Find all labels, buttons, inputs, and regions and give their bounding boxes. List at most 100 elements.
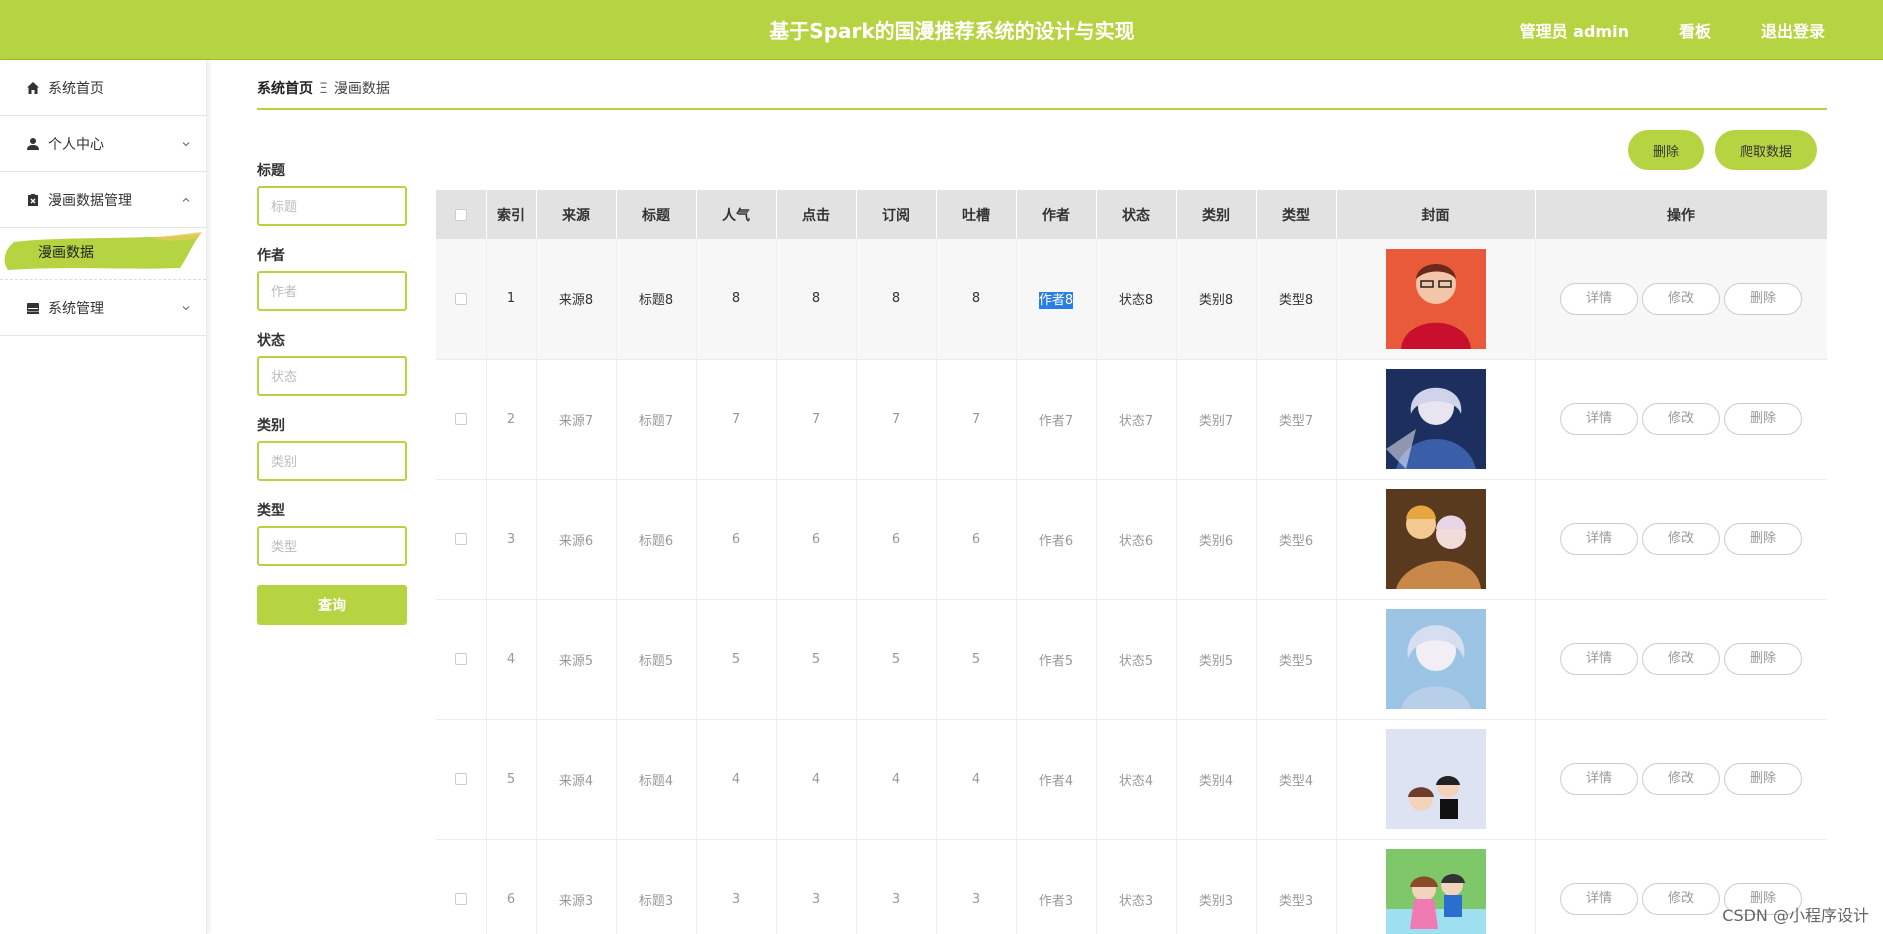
comic-data-table: 索引 来源 标题 人气 点击 订阅 吐槽 作者 状态 类别 类型 封面 操作 1… xyxy=(436,190,1827,934)
sidebar-item-label: 个人中心 xyxy=(48,136,104,153)
crawl-data-button[interactable]: 爬取数据 xyxy=(1715,130,1817,170)
sidebar-item-label: 系统管理 xyxy=(48,300,104,317)
active-brush-highlight xyxy=(4,232,202,270)
edit-button[interactable]: 修改 xyxy=(1642,523,1720,555)
column-header: 点击 xyxy=(776,190,857,239)
breadcrumb-home[interactable]: 系统首页 xyxy=(257,81,313,97)
column-header: 类型 xyxy=(1256,190,1337,239)
table-header-row: 索引 来源 标题 人气 点击 订阅 吐槽 作者 状态 类别 类型 封面 操作 xyxy=(436,190,1827,239)
cell-comments: 7 xyxy=(936,359,1017,479)
cell-title: 标题8 xyxy=(616,239,697,359)
sidebar-subitem-comic-data[interactable]: 漫画数据 xyxy=(0,228,206,280)
logout-link[interactable]: 退出登录 xyxy=(1761,18,1825,42)
cell-subscriptions: 6 xyxy=(856,479,937,599)
cell-comments: 5 xyxy=(936,599,1017,719)
cell-index: 6 xyxy=(486,839,537,934)
cell-status: 状态8 xyxy=(1096,239,1177,359)
cell-status: 状态5 xyxy=(1096,599,1177,719)
table-row[interactable]: 5 来源4 标题4 4 4 4 4 作者4 状态4 类别4 类型4 详情 修改 删除 xyxy=(436,719,1827,839)
query-button[interactable]: 查询 xyxy=(257,585,407,625)
row-checkbox[interactable] xyxy=(454,653,467,665)
cell-comments: 4 xyxy=(936,719,1017,839)
watermark: CSDN @小程序设计 xyxy=(1722,906,1869,925)
cell-category: 类别8 xyxy=(1176,239,1257,359)
table-row[interactable]: 2 来源7 标题7 7 7 7 7 作者7 状态7 类别7 类型7 详情 修改 删除 xyxy=(436,359,1827,479)
detail-button[interactable]: 详情 xyxy=(1560,282,1638,315)
admin-user-link[interactable]: 管理员 admin xyxy=(1520,18,1629,42)
author-filter-input[interactable] xyxy=(257,271,407,311)
category-filter-input[interactable] xyxy=(257,441,407,481)
select-all-cell[interactable] xyxy=(436,190,487,239)
delete-button[interactable]: 删除 xyxy=(1724,523,1802,555)
table-row[interactable]: 6 来源3 标题3 3 3 3 3 作者3 状态3 类别3 类型3 详情 修改 删除 xyxy=(436,839,1827,934)
column-header: 吐槽 xyxy=(936,190,1017,239)
row-checkbox[interactable] xyxy=(454,533,467,545)
cover-image xyxy=(1385,609,1486,709)
cell-title: 标题3 xyxy=(616,839,697,934)
sidebar-subitem-label: 漫画数据 xyxy=(38,245,94,261)
column-header: 订阅 xyxy=(856,190,937,239)
sidebar-item-personal-center[interactable]: 个人中心 xyxy=(0,116,206,172)
column-header: 类别 xyxy=(1176,190,1257,239)
edit-button[interactable]: 修改 xyxy=(1642,643,1720,675)
table-row[interactable]: 4 来源5 标题5 5 5 5 5 作者5 状态5 类别5 类型5 详情 修改 删除 xyxy=(436,599,1827,719)
cell-subscriptions: 7 xyxy=(856,359,937,479)
edit-button[interactable]: 修改 xyxy=(1642,403,1720,435)
sidebar-item-label: 漫画数据管理 xyxy=(48,192,132,209)
cell-category: 类别5 xyxy=(1176,599,1257,719)
chevron-down-icon xyxy=(182,305,190,310)
row-checkbox[interactable] xyxy=(454,413,467,425)
home-icon xyxy=(27,81,39,94)
table-row[interactable]: 1 来源8 标题8 8 8 8 8 作者8 状态8 类别8 类型8 详情 修改 删除 xyxy=(436,239,1827,359)
sidebar-item-label: 系统首页 xyxy=(48,80,104,97)
batch-delete-button[interactable]: 删除 xyxy=(1628,130,1704,170)
cell-type: 类型6 xyxy=(1256,479,1337,599)
delete-button[interactable]: 删除 xyxy=(1724,282,1802,315)
cell-clicks: 7 xyxy=(776,359,857,479)
cell-category: 类别7 xyxy=(1176,359,1257,479)
user-icon xyxy=(27,137,39,150)
cell-subscriptions: 3 xyxy=(856,839,937,934)
table-row[interactable]: 3 来源6 标题6 6 6 6 6 作者6 状态6 类别6 类型6 详情 修改 删除 xyxy=(436,479,1827,599)
sidebar-item-comic-data-management[interactable]: 漫画数据管理 xyxy=(0,172,206,228)
cell-index: 2 xyxy=(486,359,537,479)
cell-type: 类型4 xyxy=(1256,719,1337,839)
edit-button[interactable]: 修改 xyxy=(1642,763,1720,795)
delete-button[interactable]: 删除 xyxy=(1724,403,1802,435)
cell-subscriptions: 8 xyxy=(856,239,937,359)
breadcrumb-current: 漫画数据 xyxy=(333,81,390,97)
detail-button[interactable]: 详情 xyxy=(1560,763,1638,795)
delete-button[interactable]: 删除 xyxy=(1724,763,1802,795)
row-checkbox[interactable] xyxy=(454,292,467,305)
detail-button[interactable]: 详情 xyxy=(1560,403,1638,435)
board-link[interactable]: 看板 xyxy=(1679,18,1711,42)
cover-image xyxy=(1385,369,1486,469)
detail-button[interactable]: 详情 xyxy=(1560,643,1638,675)
chevron-down-icon xyxy=(182,141,190,146)
detail-button[interactable]: 详情 xyxy=(1560,883,1638,915)
column-header: 人气 xyxy=(696,190,777,239)
cell-title: 标题4 xyxy=(616,719,697,839)
edit-button[interactable]: 修改 xyxy=(1642,883,1720,915)
sidebar-item-system-management[interactable]: 系统管理 xyxy=(0,280,206,336)
row-checkbox[interactable] xyxy=(454,773,467,785)
title-filter-input[interactable] xyxy=(257,186,407,226)
filter-label-type: 类型 xyxy=(257,503,285,519)
cell-popularity: 8 xyxy=(696,239,777,359)
delete-button[interactable]: 删除 xyxy=(1724,643,1802,675)
top-bar-actions: 管理员 admin 看板 退出登录 xyxy=(1470,0,1825,60)
cell-status: 状态3 xyxy=(1096,839,1177,934)
clipboard-icon xyxy=(28,193,38,206)
edit-button[interactable]: 修改 xyxy=(1642,282,1720,315)
sidebar-item-home[interactable]: 系统首页 xyxy=(0,60,206,116)
select-all-checkbox[interactable] xyxy=(454,208,467,221)
cell-author: 作者7 xyxy=(1016,359,1097,479)
row-checkbox[interactable] xyxy=(454,893,467,905)
column-header: 状态 xyxy=(1096,190,1177,239)
type-filter-input[interactable] xyxy=(257,526,407,566)
cell-status: 状态4 xyxy=(1096,719,1177,839)
breadcrumb-divider xyxy=(257,108,1827,110)
status-filter-input[interactable] xyxy=(257,356,407,396)
sidebar: 系统首页 个人中心 漫画数据管理 漫画数据 系统管理 xyxy=(0,60,207,934)
detail-button[interactable]: 详情 xyxy=(1560,523,1638,555)
